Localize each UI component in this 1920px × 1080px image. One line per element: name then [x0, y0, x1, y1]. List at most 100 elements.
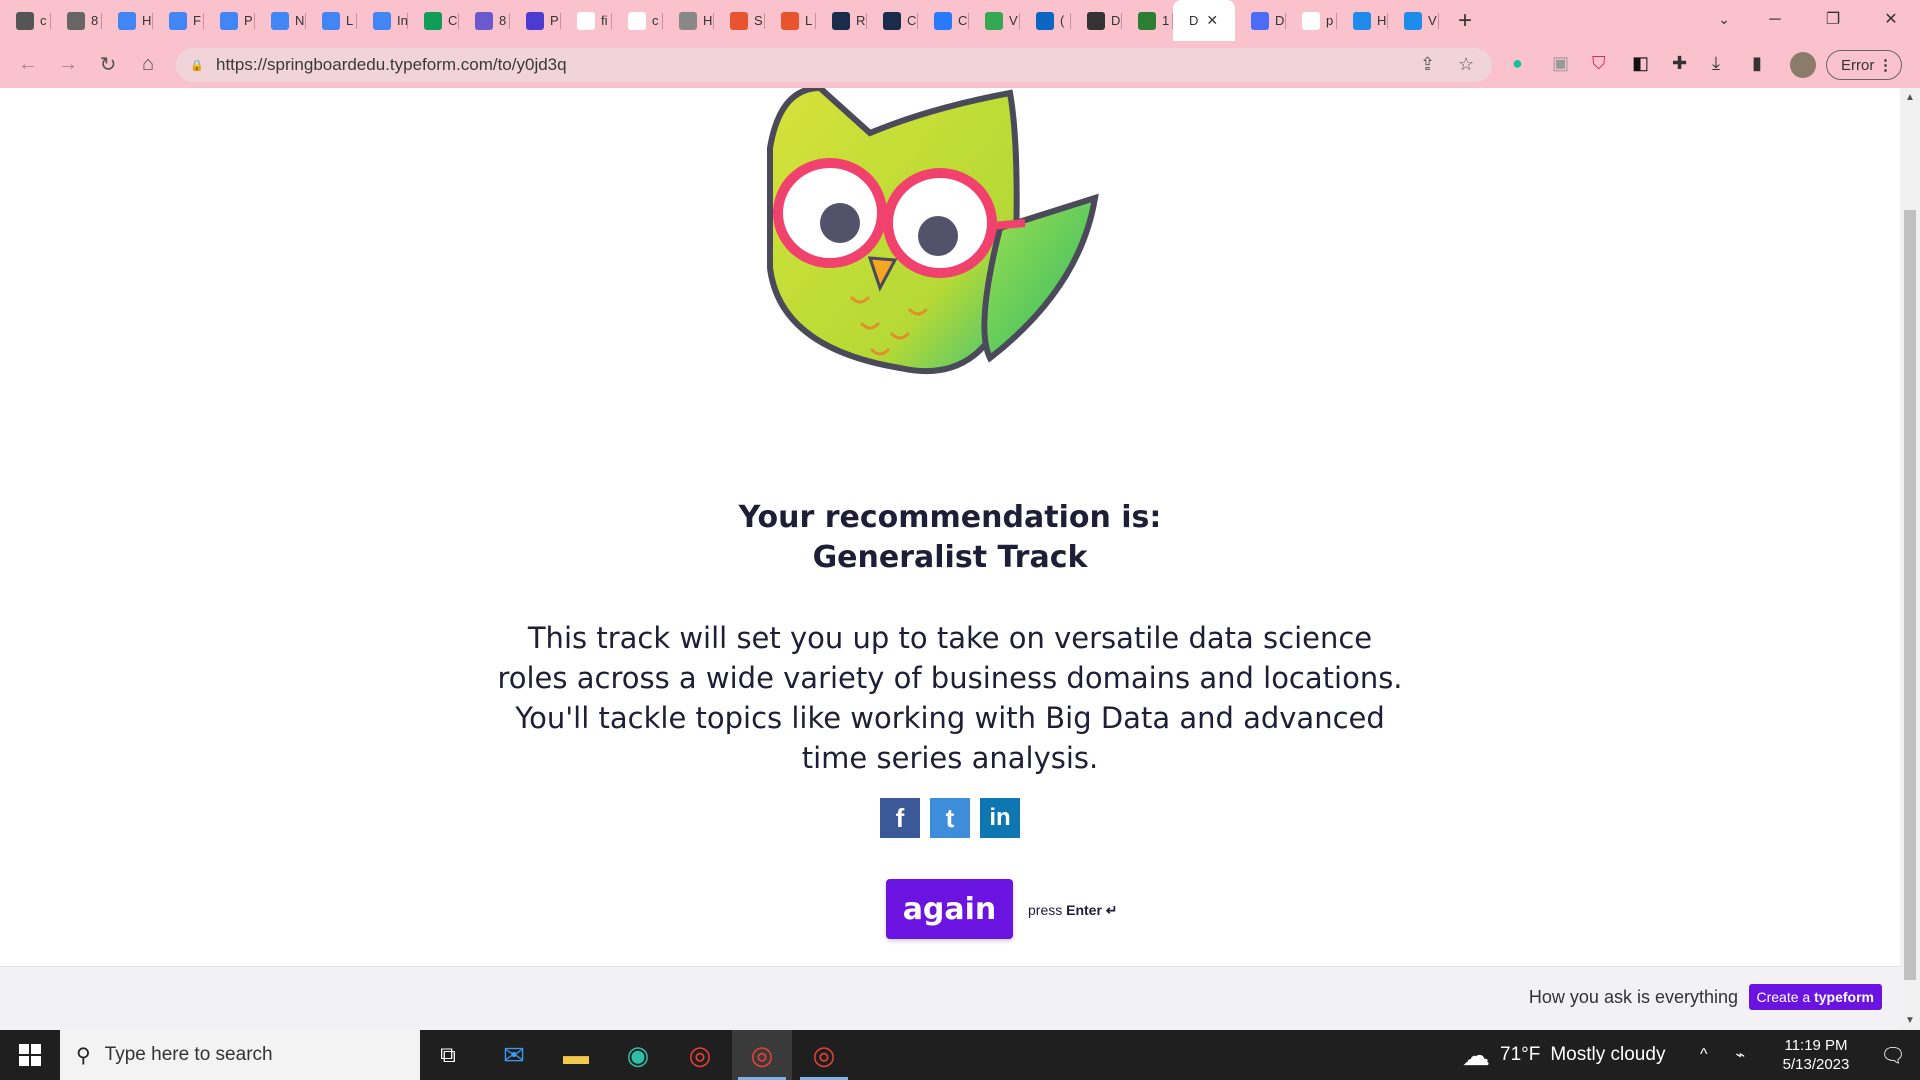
scroll-thumb[interactable]	[1904, 210, 1916, 980]
close-window-icon[interactable]: ✕	[1862, 0, 1920, 41]
chrome-profile-2-icon[interactable]: ◎	[794, 1030, 854, 1080]
browser-tab[interactable]: (	[1020, 0, 1071, 41]
browser-tab-label: C	[958, 13, 968, 28]
browser-tab-label: c	[40, 13, 47, 28]
new-tab-button[interactable]: +	[1445, 0, 1485, 41]
browser-menu-icon[interactable]: ⋮	[1878, 56, 1893, 74]
press-enter-hint: press Enter ↵	[1028, 902, 1118, 919]
bookmark-star-icon[interactable]: ☆	[1458, 54, 1474, 75]
browser-tab[interactable]: 8	[51, 0, 102, 41]
cloudy-weather-icon: ☁	[1462, 1039, 1490, 1071]
browser-tab[interactable]: V	[969, 0, 1020, 41]
browser-tab[interactable]: R	[816, 0, 867, 41]
zap-icon	[781, 11, 799, 30]
browser-tab[interactable]: D	[1235, 0, 1286, 41]
clock-time: 11:19 PM	[1784, 1037, 1848, 1054]
edge-icon[interactable]: ◉	[608, 1030, 668, 1080]
scroll-up-icon[interactable]: ▲	[1905, 92, 1915, 103]
google-icon	[577, 11, 595, 30]
browser-tab-label: H	[703, 13, 713, 28]
browser-tab[interactable]: C	[408, 0, 459, 41]
restore-icon[interactable]: ❐	[1804, 0, 1862, 41]
photo-icon	[67, 11, 85, 30]
browser-tab[interactable]: D ✕	[1173, 0, 1235, 41]
error-chip-label: Error	[1841, 56, 1875, 74]
home-icon[interactable]: ⌂	[128, 53, 168, 76]
extensions-puzzle-icon[interactable]: ✚	[1672, 53, 1687, 74]
browser-tab-label: 1	[1162, 13, 1170, 28]
grammarly-icon[interactable]: ●	[1512, 53, 1523, 74]
side-panel-icon[interactable]: ▮	[1752, 53, 1762, 74]
docs-icon	[118, 11, 136, 30]
twitter-share-icon[interactable]: t	[930, 798, 970, 838]
browser-tab[interactable]: In	[357, 0, 408, 41]
network-icon[interactable]: ⌁	[1736, 1045, 1746, 1065]
start-button[interactable]	[0, 1030, 60, 1080]
again-button[interactable]: again	[886, 879, 1013, 939]
minimize-icon[interactable]: ─	[1746, 0, 1804, 41]
track-description: This track will set you up to take on ve…	[497, 621, 1403, 775]
system-clock[interactable]: 11:19 PM 5/13/2023	[1766, 1036, 1866, 1074]
windows-taskbar: ⚲ Type here to search ⧉ ✉ ▬ ◉ ◎ ◎ ◎ ☁ 71…	[0, 1030, 1920, 1080]
browser-tab[interactable]: D	[1071, 0, 1122, 41]
browser-tab[interactable]: fi	[561, 0, 612, 41]
download-icon[interactable]: ⤓	[1712, 53, 1720, 74]
browser-tab[interactable]: L	[765, 0, 816, 41]
browser-tab[interactable]: P	[510, 0, 561, 41]
browser-tab[interactable]: P	[204, 0, 255, 41]
facebook-share-icon[interactable]: f	[880, 798, 920, 838]
browser-tab-label: V	[1009, 13, 1018, 28]
scroll-down-icon[interactable]: ▼	[1905, 1015, 1915, 1026]
window-controls: ─ ❐ ✕	[1746, 0, 1920, 41]
chrome-profile-icon[interactable]: ◎	[732, 1030, 792, 1080]
chrome-icon[interactable]: ◎	[670, 1030, 730, 1080]
weather-description: Mostly cloudy	[1550, 1044, 1666, 1065]
mail-icon[interactable]: ✉	[484, 1030, 544, 1080]
url-text[interactable]: https://springboardedu.typeform.com/to/y…	[216, 55, 567, 75]
browser-tab[interactable]: H	[1337, 0, 1388, 41]
lock-icon[interactable]: 🔒	[190, 59, 204, 72]
browser-tab[interactable]: F	[153, 0, 204, 41]
share-page-icon[interactable]: ⇪	[1420, 54, 1435, 75]
browser-tab-label: F	[193, 13, 201, 28]
file-explorer-icon[interactable]: ▬	[546, 1030, 606, 1080]
share-buttons: f t in	[880, 798, 1020, 838]
browser-tab[interactable]: p	[1286, 0, 1337, 41]
browser-tab[interactable]: S	[714, 0, 765, 41]
profile-avatar[interactable]	[1790, 52, 1816, 78]
shield-ext-icon[interactable]: ⛉	[1592, 53, 1606, 74]
browser-tab[interactable]: L	[306, 0, 357, 41]
browser-tab[interactable]: C	[867, 0, 918, 41]
browser-tab[interactable]: C	[918, 0, 969, 41]
browser-tab[interactable]: c	[0, 0, 51, 41]
weather-widget[interactable]: ☁ 71°F Mostly cloudy	[1462, 1030, 1665, 1080]
tab-search-chevron-icon[interactable]: ⌄	[1718, 0, 1730, 39]
address-bar[interactable]: 🔒 https://springboardedu.typeform.com/to…	[176, 48, 1492, 82]
profile-error-chip[interactable]: Error ⋮	[1826, 50, 1902, 80]
close-tab-icon[interactable]: ✕	[1206, 12, 1218, 29]
chart-bar-icon	[934, 11, 952, 30]
browser-tab[interactable]: 1	[1122, 0, 1173, 41]
browser-tab-label: 8	[499, 13, 507, 28]
task-view-icon[interactable]: ⧉	[418, 1030, 478, 1080]
create-typeform-button[interactable]: Create a typeform	[1748, 984, 1882, 1010]
browser-tab[interactable]: N	[255, 0, 306, 41]
linkedin-share-icon[interactable]: in	[980, 798, 1020, 838]
browser-tab-label: D	[1189, 13, 1199, 28]
reload-icon[interactable]: ↻	[88, 52, 128, 77]
ext-badge-icon[interactable]: ◧	[1632, 53, 1649, 74]
back-icon[interactable]: ←	[8, 53, 48, 76]
tray-chevron-icon[interactable]: ^	[1700, 1046, 1708, 1064]
browser-tab[interactable]: 8	[459, 0, 510, 41]
browser-tab[interactable]: H	[663, 0, 714, 41]
browser-tab[interactable]: H	[102, 0, 153, 41]
browser-tab[interactable]: V	[1388, 0, 1439, 41]
browser-tab-label: R	[856, 13, 866, 28]
page-scrollbar[interactable]: ▲ ▼	[1900, 88, 1920, 1030]
taskbar-search-placeholder: Type here to search	[104, 1044, 273, 1065]
browser-tab[interactable]: c	[612, 0, 663, 41]
translate-ext-icon[interactable]: ▣	[1552, 53, 1569, 74]
notification-icon[interactable]: 🗨	[1866, 1030, 1920, 1080]
forward-icon[interactable]: →	[48, 53, 88, 76]
taskbar-search-box[interactable]: ⚲ Type here to search	[60, 1030, 420, 1080]
